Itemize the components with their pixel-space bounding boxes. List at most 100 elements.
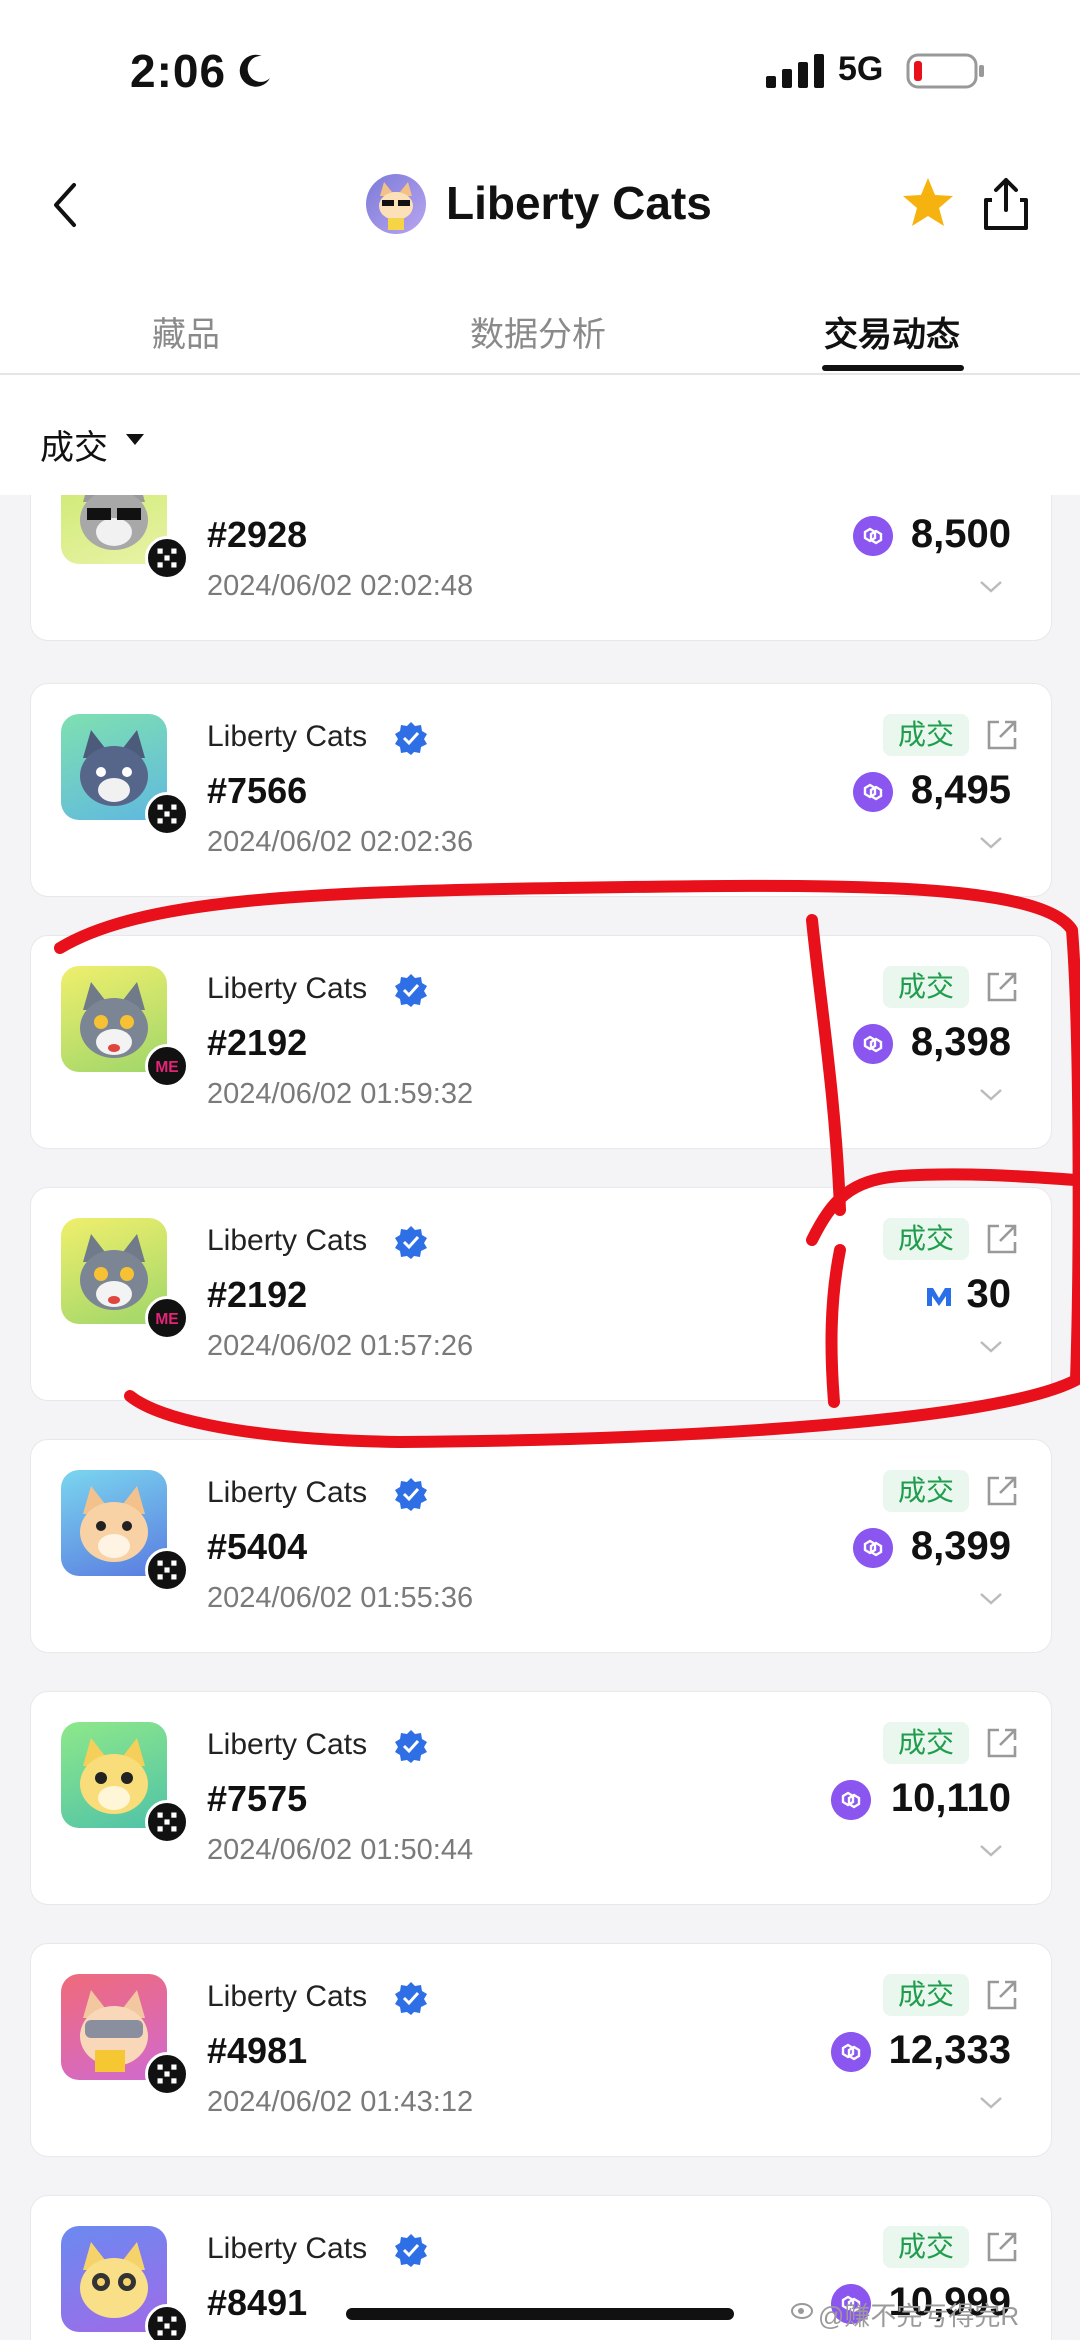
polygon-icon — [831, 2032, 871, 2072]
chevron-down-icon[interactable] — [979, 836, 1003, 850]
cat-avatar-icon — [379, 182, 413, 230]
page-title: Liberty Cats — [446, 177, 712, 229]
status-badge: 成交 — [883, 1722, 969, 1764]
price-value: 30 — [966, 1272, 1012, 1316]
collection-name: Liberty Cats — [207, 1224, 368, 1257]
transaction-card[interactable]: Liberty Cats #4981 2024/06/02 01:43:12 成… — [30, 1943, 1052, 2157]
okx-icon — [145, 1800, 189, 1844]
chevron-down-icon[interactable] — [979, 2096, 1003, 2110]
collection-name: Liberty Cats — [207, 1980, 368, 2013]
magic-eden-icon: ME — [145, 1044, 189, 1088]
transaction-card[interactable]: ME Liberty Cats #2192 2024/06/02 01:59:3… — [30, 935, 1052, 1149]
back-arrow-icon[interactable] — [44, 180, 84, 230]
transaction-card[interactable]: ME Liberty Cats #2192 2024/06/02 01:57:2… — [30, 1187, 1052, 1401]
okx-icon — [145, 792, 189, 836]
tab-bar: 藏品 数据分析 交易动态 — [0, 295, 1080, 375]
status-badge: 成交 — [883, 2226, 969, 2268]
chevron-down-icon[interactable] — [979, 580, 1003, 594]
verified-badge-icon — [395, 1478, 427, 1511]
token-id: #8491 — [207, 2282, 308, 2323]
price-value: 8,495 — [910, 768, 1011, 812]
network-type: 5G — [838, 50, 884, 88]
battery-icon — [906, 53, 984, 89]
m-token-icon — [927, 1288, 951, 1306]
trade-time: 2024/06/02 01:59:32 — [207, 1078, 474, 1110]
polygon-icon — [853, 1024, 893, 1064]
token-id: #5404 — [207, 1526, 308, 1567]
status-time: 2:06 — [130, 45, 227, 97]
trade-time: 2024/06/02 02:02:36 — [207, 826, 474, 858]
external-link-icon[interactable] — [983, 1976, 1021, 2014]
token-id: #2192 — [207, 1022, 308, 1063]
verified-badge-icon — [395, 1982, 427, 2015]
share-icon[interactable] — [980, 174, 1032, 232]
status-badge: 成交 — [883, 1218, 969, 1260]
token-id: #7575 — [207, 1778, 308, 1819]
verified-badge-icon — [395, 974, 427, 1007]
token-id: #2928 — [207, 514, 308, 555]
polygon-icon — [853, 516, 893, 556]
external-link-icon[interactable] — [983, 1472, 1021, 1510]
status-badge: 成交 — [883, 714, 969, 756]
chevron-down-icon[interactable] — [979, 1088, 1003, 1102]
verified-badge-icon — [395, 1226, 427, 1259]
watermark-text: @赚不完亏得完R — [818, 2301, 1020, 2331]
collection-name: Liberty Cats — [207, 2232, 368, 2265]
caret-down-icon — [126, 434, 144, 445]
top-area: 2:06 5G Liberty Cats 藏品 数据分析 交易动态 成交 — [0, 0, 1080, 495]
external-link-icon[interactable] — [983, 2228, 1021, 2266]
status-badge: 成交 — [883, 966, 969, 1008]
collection-name: Liberty Cats — [207, 1476, 368, 1509]
verified-badge-icon — [395, 2234, 427, 2267]
collection-name: Liberty Cats — [207, 1728, 368, 1761]
transaction-card[interactable]: #2928 2024/06/02 02:02:48 8,500 — [30, 495, 1052, 641]
tab-data-analysis[interactable]: 数据分析 — [470, 307, 606, 356]
price-value: 8,398 — [910, 1020, 1011, 1064]
collection-name: Liberty Cats — [207, 972, 368, 1005]
token-id: #7566 — [207, 770, 308, 811]
polygon-icon — [853, 1528, 893, 1568]
price-value: 12,333 — [888, 2028, 1011, 2072]
header-bar: Liberty Cats — [0, 160, 1080, 250]
status-badge: 成交 — [883, 1974, 969, 2016]
price-value: 8,399 — [910, 1524, 1011, 1568]
transaction-list: #2928 2024/06/02 02:02:48 8,500 Liberty … — [0, 495, 1080, 2340]
token-id: #2192 — [207, 1274, 308, 1315]
transaction-card[interactable]: Liberty Cats #7575 2024/06/02 01:50:44 成… — [30, 1691, 1052, 1905]
moon-icon — [239, 54, 270, 87]
svg-text:ME: ME — [155, 1059, 178, 1076]
external-link-icon[interactable] — [983, 716, 1021, 754]
status-badge: 成交 — [883, 1470, 969, 1512]
chevron-down-icon[interactable] — [979, 1592, 1003, 1606]
collection-avatar — [366, 174, 426, 234]
polygon-icon — [831, 1780, 871, 1820]
okx-icon — [145, 2052, 189, 2096]
verified-badge-icon — [395, 1730, 427, 1763]
trade-time: 2024/06/02 01:50:44 — [207, 1834, 474, 1866]
filter-label: 成交 — [40, 429, 108, 467]
transaction-card[interactable]: Liberty Cats #7566 2024/06/02 02:02:36 成… — [30, 683, 1052, 897]
okx-icon — [145, 1548, 189, 1592]
weibo-icon — [791, 2303, 813, 2319]
verified-badge-icon — [395, 722, 427, 755]
home-indicator[interactable] — [346, 2308, 734, 2320]
external-link-icon[interactable] — [983, 1220, 1021, 1258]
external-link-icon[interactable] — [983, 1724, 1021, 1762]
trade-time: 2024/06/02 01:55:36 — [207, 1582, 474, 1614]
external-link-icon[interactable] — [983, 968, 1021, 1006]
status-bar: 2:06 5G — [0, 40, 1080, 110]
favorite-star-icon[interactable] — [900, 175, 956, 231]
chevron-down-icon[interactable] — [979, 1844, 1003, 1858]
signal-icon — [766, 54, 824, 88]
chevron-down-icon[interactable] — [979, 1340, 1003, 1354]
tab-trade-activity[interactable]: 交易动态 — [824, 307, 960, 356]
transaction-card[interactable]: Liberty Cats #5404 2024/06/02 01:55:36 成… — [30, 1439, 1052, 1653]
filter-dropdown[interactable]: 成交 — [40, 420, 144, 469]
svg-text:ME: ME — [155, 1311, 178, 1328]
trade-time: 2024/06/02 01:43:12 — [207, 2086, 474, 2118]
trade-time: 2024/06/02 02:02:48 — [207, 570, 474, 602]
tab-collectibles[interactable]: 藏品 — [152, 307, 220, 356]
price-value: 8,500 — [910, 512, 1011, 556]
trade-time: 2024/06/02 01:57:26 — [207, 1330, 474, 1362]
price-value: 10,110 — [890, 1776, 1011, 1820]
